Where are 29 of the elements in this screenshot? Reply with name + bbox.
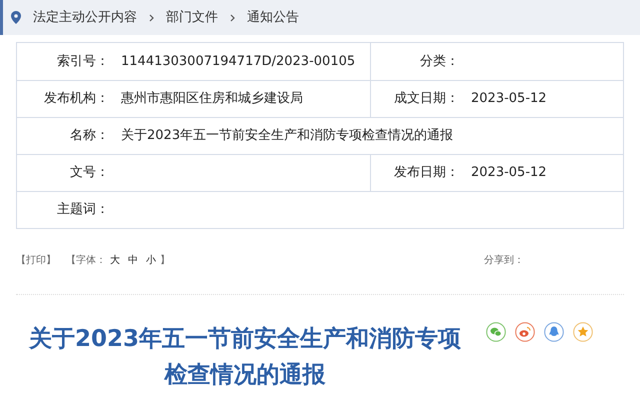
field-value: 11441303007194717D/2023-00105 — [120, 52, 356, 71]
field-value: 关于2023年五一节前安全生产和消防专项检查情况的通报 — [120, 127, 454, 146]
field-value: 2023-05-12 — [470, 90, 547, 108]
penguin-icon[interactable] — [544, 322, 564, 342]
field-label: 名称： — [69, 127, 109, 146]
field-label: 发布机构： — [43, 90, 109, 108]
font-size-link[interactable]: 小 — [146, 253, 156, 268]
article-title: 关于2023年五一节前安全生产和消防专项检查情况的通报 — [28, 325, 462, 390]
location-pin-icon — [11, 11, 21, 24]
field-value: 惠州市惠阳区住房和城乡建设局 — [120, 90, 303, 108]
breadcrumb-link[interactable]: 通知公告 — [247, 8, 299, 28]
print-link[interactable]: 【打印】 — [16, 253, 56, 268]
font-size-link[interactable]: 中 — [128, 253, 138, 268]
breadcrumb-link[interactable]: 法定主动公开内容 — [33, 8, 137, 28]
chevron-icon — [149, 14, 154, 22]
chat-bubbles-icon[interactable] — [486, 322, 506, 342]
field-label: 索引号： — [56, 52, 109, 71]
field-label: 主题词： — [56, 201, 109, 220]
bracket-text: 】 — [160, 254, 170, 268]
field-label: 成文日期： — [393, 90, 459, 108]
field-label: 发布日期： — [393, 164, 459, 182]
field-label: 文号： — [69, 164, 109, 182]
font-size-link[interactable]: 大 — [110, 253, 120, 268]
field-label: 分类： — [419, 52, 459, 71]
font-size-label: 【字体： — [66, 254, 106, 268]
breadcrumb-link[interactable]: 部门文件 — [166, 8, 218, 28]
share-label: 分享到： — [484, 254, 524, 268]
chevron-icon — [230, 14, 235, 22]
field-value: 2023-05-12 — [470, 164, 547, 182]
